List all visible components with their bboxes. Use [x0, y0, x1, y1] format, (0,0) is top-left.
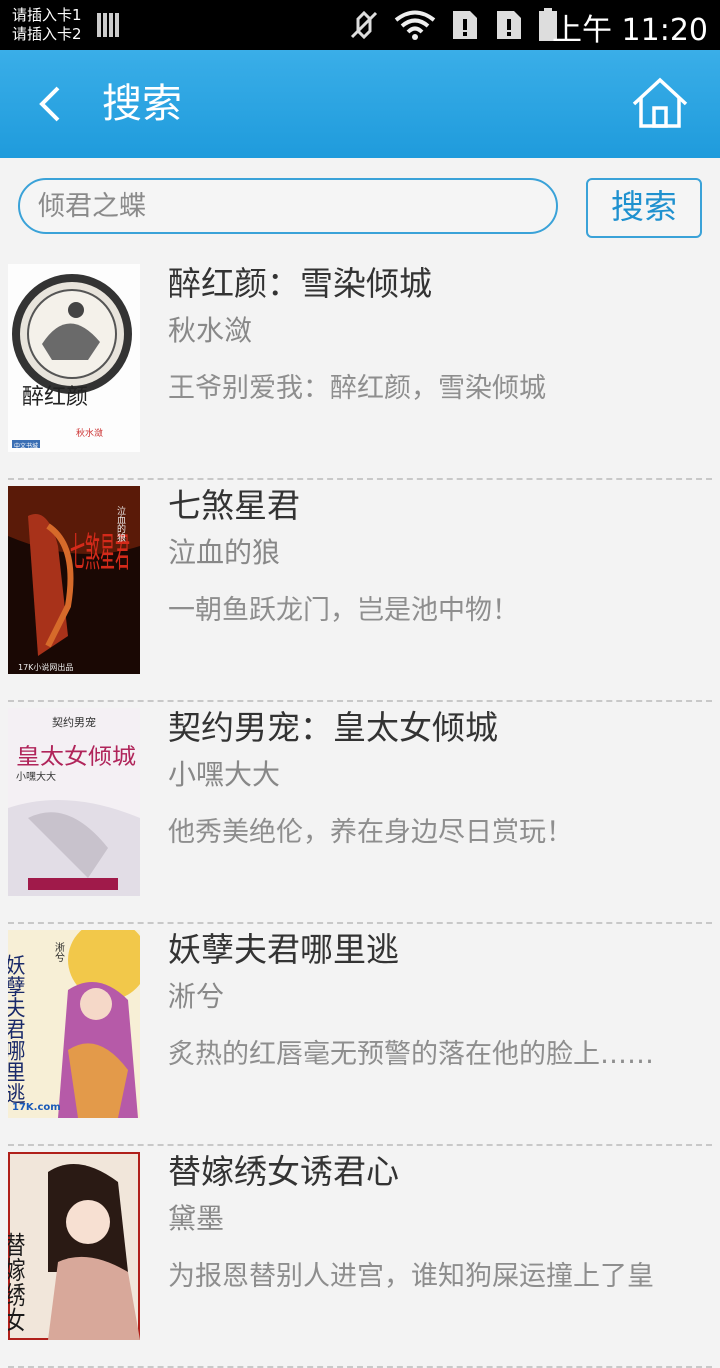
book-author: 黛墨 [168, 1202, 225, 1235]
result-item[interactable]: 契约男宠 皇太女倾城 小嘿大大 契约男宠：皇太女倾城 小嘿大大 他秀美绝伦，养在… [0, 702, 720, 924]
book-title: 契约男宠：皇太女倾城 [168, 708, 498, 747]
result-item[interactable]: 替嫁绣女 替嫁绣女诱君心 黛墨 为报恩替别人进宫，谁知狗屎运撞上了皇 [0, 1146, 720, 1368]
book-description: 他秀美绝伦，养在身边尽日赏玩！ [168, 817, 573, 848]
wifi-icon [394, 10, 436, 40]
cover-title-text: 醉红颜 [22, 385, 88, 410]
cover-badge-text: 17K.com [12, 1102, 61, 1113]
sim-status: 请插入卡1 请插入卡2 [12, 6, 82, 44]
cover-badge-text: 17K小说网出品 [18, 662, 73, 672]
book-description: 王爷别爱我：醉红颜，雪染倾城 [168, 373, 546, 404]
cover-author-text: 小嘿大大 [16, 770, 56, 783]
search-results: 醉红颜 秋水潋 中文书城 醉红颜：雪染倾城 秋水潋 王爷别爱我：醉红颜，雪染倾城… [0, 258, 720, 1368]
book-author: 小嘿大大 [168, 758, 281, 791]
book-description: 炙热的红唇毫无预警的落在他的脸上…… [168, 1039, 654, 1070]
book-title: 妖孽夫君哪里逃 [168, 930, 399, 969]
page-title: 搜索 [102, 81, 182, 127]
cover-author-text: 淅兮 [53, 942, 65, 962]
status-bar: 请插入卡1 请插入卡2 上午 11:20 [0, 0, 720, 50]
back-button[interactable] [28, 74, 78, 134]
book-cover[interactable]: 七煞星君 泣血的狼 17K小说网出品 [8, 486, 140, 674]
cover-title-text: 替嫁绣女 [8, 1232, 26, 1333]
home-icon [632, 77, 688, 128]
no-signal-icon [97, 13, 119, 37]
clock: 上午 11:20 [552, 13, 708, 48]
vibrate-off-icon [350, 10, 378, 40]
sim2-alert-icon [497, 11, 521, 39]
book-title: 替嫁绣女诱君心 [168, 1152, 399, 1191]
book-author: 秋水潋 [168, 314, 253, 347]
cover-title-text: 皇太女倾城 [16, 745, 136, 770]
status-icons [348, 8, 558, 42]
back-arrow-icon [39, 86, 60, 122]
result-item[interactable]: 醉红颜 秋水潋 中文书城 醉红颜：雪染倾城 秋水潋 王爷别爱我：醉红颜，雪染倾城 [0, 258, 720, 480]
home-button[interactable] [630, 76, 690, 132]
book-cover[interactable]: 替嫁绣女 [8, 1152, 140, 1340]
book-description: 一朝鱼跃龙门，岂是池中物！ [168, 595, 519, 626]
cover-badge-text: 中文书城 [14, 442, 38, 450]
cover-title-text: 妖孽夫君哪里逃 [8, 954, 26, 1104]
book-cover[interactable]: 醉红颜 秋水潋 中文书城 [8, 264, 140, 452]
cover-author-text: 泣血的狼 [115, 505, 126, 543]
book-cover[interactable]: 契约男宠 皇太女倾城 小嘿大大 [8, 708, 140, 896]
search-button[interactable]: 搜索 [586, 178, 702, 238]
book-description: 为报恩替别人进宫，谁知狗屎运撞上了皇 [168, 1261, 654, 1292]
sim1-alert-icon [453, 11, 477, 39]
sim1-label: 请插入卡1 [12, 6, 82, 24]
book-title: 醉红颜：雪染倾城 [168, 264, 432, 303]
sim2-label: 请插入卡2 [12, 25, 82, 43]
app-header: 搜索 [0, 50, 720, 158]
book-author: 淅兮 [168, 980, 225, 1013]
book-author: 泣血的狼 [168, 536, 281, 569]
cover-author-text: 秋水潋 [76, 427, 103, 439]
result-item[interactable]: 妖孽夫君哪里逃 淅兮 17K.com 妖孽夫君哪里逃 淅兮 炙热的红唇毫无预警的… [0, 924, 720, 1146]
book-cover[interactable]: 妖孽夫君哪里逃 淅兮 17K.com [8, 930, 140, 1118]
result-item[interactable]: 七煞星君 泣血的狼 17K小说网出品 七煞星君 泣血的狼 一朝鱼跃龙门，岂是池中… [0, 480, 720, 702]
book-title: 七煞星君 [168, 486, 300, 525]
cover-badge-text: 契约男宠 [52, 715, 96, 729]
search-input[interactable] [18, 178, 558, 234]
